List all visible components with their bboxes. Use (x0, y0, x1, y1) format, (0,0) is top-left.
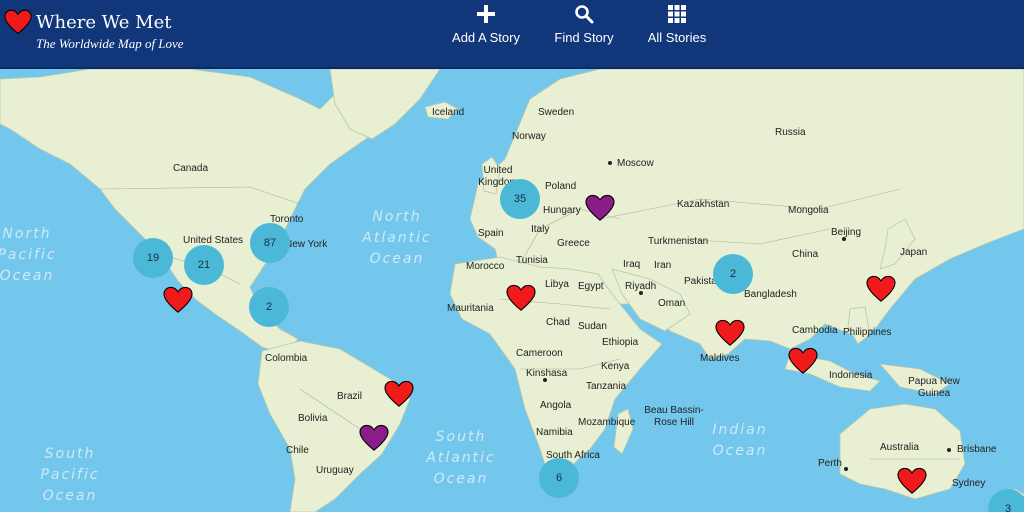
heart-marker-icon[interactable] (715, 319, 745, 347)
label-hungary: Hungary (543, 205, 581, 216)
nav-all-stories-label: All Stories (647, 30, 707, 45)
heart-marker-purple-icon[interactable] (585, 194, 615, 222)
story-cluster-marker[interactable]: 87 (250, 223, 290, 263)
story-cluster-marker[interactable]: 2 (249, 287, 289, 327)
label-egypt: Egypt (578, 281, 604, 292)
nav-find-story-label: Find Story (554, 30, 614, 45)
heart-marker-icon[interactable] (897, 467, 927, 495)
label-iraq: Iraq (623, 259, 641, 270)
heart-marker-icon[interactable] (866, 275, 896, 303)
app-header: Where We Met The Worldwide Map of Love A… (0, 0, 1024, 69)
search-icon (575, 5, 594, 24)
nav-add-story[interactable]: Add A Story (448, 4, 524, 45)
label-mongolia: Mongolia (788, 205, 829, 216)
label-italy: Italy (531, 224, 550, 235)
label-kinshasa: Kinshasa (526, 368, 568, 379)
label-indonesia: Indonesia (829, 370, 873, 381)
story-cluster-marker[interactable]: 21 (184, 245, 224, 285)
label-perth: Perth (818, 458, 842, 469)
label-mauritania: Mauritania (447, 303, 494, 314)
label-brisbane: Brisbane (957, 444, 997, 455)
label-japan: Japan (900, 247, 928, 258)
ocean-label-south-atlantic: South Atlantic Ocean (426, 429, 496, 487)
label-russia: Russia (775, 127, 806, 138)
label-greece: Greece (557, 238, 590, 249)
heart-marker-icon[interactable] (384, 380, 414, 408)
label-libya: Libya (545, 279, 569, 290)
label-united-states: United States (183, 235, 244, 246)
label-tanzania: Tanzania (586, 381, 627, 392)
nav-all-stories[interactable]: All Stories (643, 4, 711, 45)
label-iran: Iran (654, 260, 672, 271)
label-beau-bassin-rose-hill: Beau Bassin-Rose Hill (644, 405, 704, 428)
label-chad: Chad (546, 317, 570, 328)
heart-marker-icon[interactable] (506, 284, 536, 312)
label-china: China (792, 249, 819, 260)
heart-marker-icon[interactable] (788, 347, 818, 375)
label-oman: Oman (658, 298, 686, 309)
label-spain: Spain (478, 228, 504, 239)
heart-logo-icon (4, 9, 32, 35)
world-map[interactable]: North Atlantic Ocean South Atlantic Ocea… (0, 69, 1024, 512)
label-australia: Australia (880, 442, 919, 453)
label-iceland: Iceland (432, 107, 465, 118)
label-kazakhstan: Kazakhstan (677, 199, 730, 210)
ocean-label-indian: Indian Ocean (712, 422, 768, 459)
plus-icon (477, 5, 495, 23)
nav-add-story-label: Add A Story (452, 30, 520, 45)
label-sweden: Sweden (538, 107, 575, 118)
brand[interactable]: Where We Met The Worldwide Map of Love (4, 6, 234, 62)
label-sudan: Sudan (578, 321, 607, 332)
label-colombia: Colombia (265, 353, 308, 364)
grid-icon (668, 5, 686, 23)
story-cluster-marker[interactable]: 35 (500, 179, 540, 219)
label-canada: Canada (173, 163, 209, 174)
brand-tagline: The Worldwide Map of Love (36, 36, 184, 51)
label-chile: Chile (286, 445, 309, 456)
label-new-york: New York (285, 239, 328, 250)
label-beijing: Beijing (831, 227, 862, 238)
story-cluster-marker[interactable]: 2 (713, 254, 753, 294)
label-ethiopia: Ethiopia (602, 337, 639, 348)
label-kenya: Kenya (601, 361, 630, 372)
brand-title: Where We Met (36, 12, 172, 33)
label-angola: Angola (540, 400, 572, 411)
label-norway: Norway (512, 131, 546, 142)
label-poland: Poland (545, 181, 577, 192)
heart-marker-purple-icon[interactable] (359, 424, 389, 452)
label-cameroon: Cameroon (516, 348, 563, 359)
ocean-label-north-pacific: North Pacific Ocean (0, 226, 57, 284)
label-tunisia: Tunisia (516, 255, 548, 266)
label-uruguay: Uruguay (316, 465, 354, 476)
label-philippines: Philippines (843, 327, 892, 338)
label-morocco: Morocco (466, 261, 505, 272)
label-brazil: Brazil (337, 391, 363, 402)
story-cluster-marker[interactable]: 6 (539, 458, 579, 498)
heart-marker-icon[interactable] (163, 286, 193, 314)
label-moscow: Moscow (617, 158, 654, 169)
label-sydney: Sydney (952, 478, 986, 489)
label-mozambique: Mozambique (578, 417, 636, 428)
story-cluster-marker[interactable]: 19 (133, 238, 173, 278)
label-bolivia: Bolivia (298, 413, 328, 424)
label-riyadh: Riyadh (625, 281, 657, 292)
label-namibia: Namibia (536, 427, 573, 438)
ocean-label-south-pacific: South Pacific Ocean (40, 446, 100, 504)
label-bangladesh: Bangladesh (744, 289, 797, 300)
label-turkmenistan: Turkmenistan (648, 236, 709, 247)
label-cambodia: Cambodia (792, 325, 838, 336)
label-papua-new-guinea: Papua New Guinea (908, 376, 960, 399)
nav-find-story[interactable]: Find Story (549, 4, 619, 45)
ocean-label-north-atlantic: North Atlantic Ocean (362, 209, 432, 267)
label-maldives: Maldives (700, 353, 740, 364)
